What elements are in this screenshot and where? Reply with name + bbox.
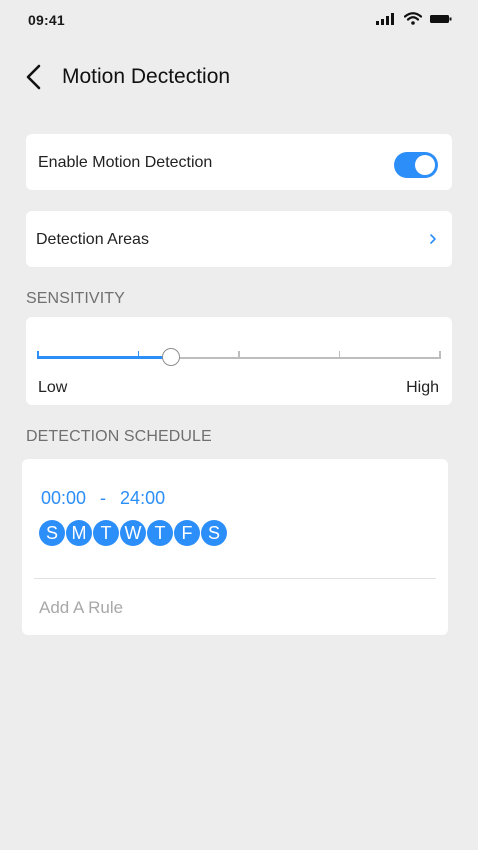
slider-max-label: High: [406, 379, 439, 396]
slider-tick: [37, 351, 39, 359]
detection-areas-row[interactable]: Detection Areas: [26, 211, 452, 267]
weekday-2[interactable]: T: [93, 520, 119, 546]
detection-areas-label: Detection Areas: [36, 231, 149, 248]
motion-detection-row: Enable Motion Detection: [26, 134, 452, 190]
schedule-card: 00:00 - 24:00 SMTWTFS Add A Rule: [22, 459, 448, 635]
start-time: 00:00: [41, 488, 87, 508]
weekday-3[interactable]: W: [120, 520, 146, 546]
chevron-left-icon[interactable]: [22, 63, 48, 91]
motion-detection-toggle[interactable]: [394, 152, 438, 178]
sensitivity-slider-thumb[interactable]: [161, 348, 180, 366]
weekday-6[interactable]: S: [201, 520, 227, 546]
slider-fill: [38, 356, 171, 359]
add-rule-button[interactable]: Add A Rule: [39, 598, 123, 618]
status-time: 09:41: [28, 12, 65, 28]
sensitivity-header: SENSITIVITY: [26, 290, 125, 307]
weekday-1[interactable]: M: [66, 520, 92, 546]
slider-tick: [439, 351, 441, 359]
weekday-5[interactable]: F: [174, 520, 200, 546]
status-icons: [376, 12, 452, 25]
time-range[interactable]: 00:00 - 24:00: [41, 488, 165, 509]
weekday-4[interactable]: T: [147, 520, 173, 546]
wifi-icon: [404, 12, 422, 25]
status-bar: 09:41: [0, 0, 478, 40]
divider: [34, 578, 436, 579]
toggle-knob: [415, 155, 435, 175]
page-title: Motion Dectection: [62, 65, 231, 88]
signal-icon: [376, 12, 394, 25]
battery-icon: [430, 14, 452, 23]
weekday-0[interactable]: S: [39, 520, 65, 546]
slider-min-label: Low: [38, 379, 68, 396]
slider-tick: [338, 351, 341, 359]
slider-tick: [137, 351, 140, 359]
navigation-bar: Motion Dectection: [0, 55, 478, 99]
schedule-header: DETECTION SCHEDULE: [26, 428, 212, 445]
time-separator: -: [100, 488, 107, 508]
motion-detection-label: Enable Motion Detection: [38, 154, 213, 171]
end-time: 24:00: [120, 488, 166, 508]
slider-tick: [238, 351, 240, 359]
sensitivity-card: Low High: [26, 317, 452, 405]
chevron-right-icon: [430, 234, 436, 244]
weekday-selector: SMTWTFS: [39, 520, 227, 546]
